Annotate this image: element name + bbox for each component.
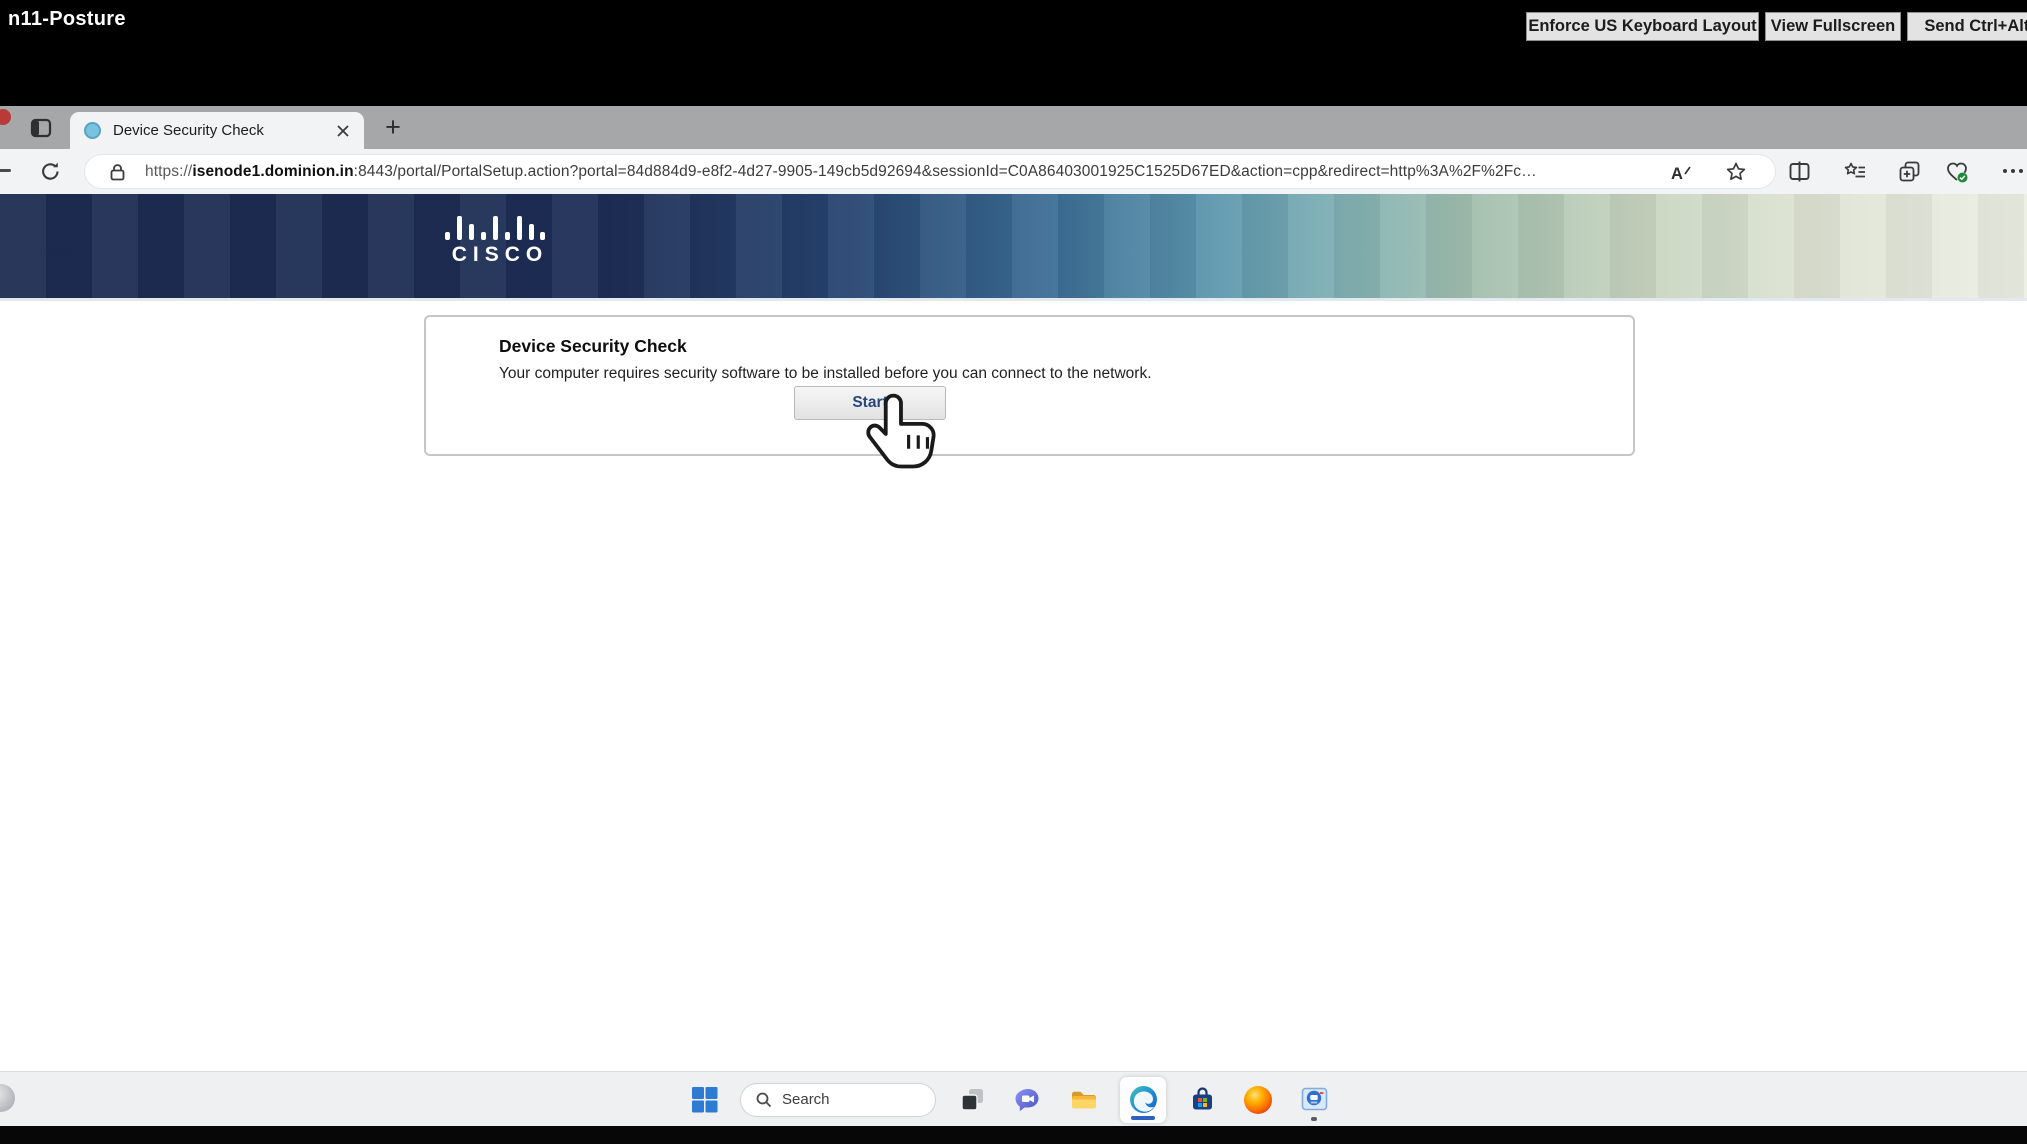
chat-teams-icon[interactable] (1008, 1077, 1048, 1123)
recording-indicator-dot (0, 109, 11, 125)
send-ctrl-alt-del-button[interactable]: Send Ctrl+Alt+Del (1907, 12, 2027, 41)
new-tab-button[interactable]: + (378, 112, 408, 142)
site-lock-icon[interactable] (109, 163, 126, 181)
card-heading: Device Security Check (499, 336, 687, 356)
microsoft-store-icon[interactable] (1182, 1077, 1222, 1123)
running-app-indicator (1311, 1116, 1317, 1121)
tab-favicon-icon (84, 122, 101, 139)
edge-browser-icon[interactable] (1120, 1076, 1166, 1123)
back-icon[interactable] (0, 169, 11, 172)
url-text: https://isenode1.dominion.in:8443/portal… (145, 155, 1537, 188)
read-aloud-icon[interactable]: A (1668, 160, 1694, 184)
vm-session-title: n11-Posture (8, 8, 126, 30)
task-view-icon[interactable] (952, 1077, 992, 1123)
collections-icon[interactable] (1897, 159, 1922, 184)
taskbar-app-group: Search (684, 1072, 1334, 1127)
browser-toolbar: https://isenode1.dominion.in:8443/portal… (0, 149, 2027, 195)
favorites-icon[interactable] (1843, 159, 1868, 184)
device-security-check-card: Device Security Check Your computer requ… (424, 315, 1635, 456)
enforce-keyboard-layout-button[interactable]: Enforce US Keyboard Layout (1526, 12, 1759, 41)
letterbox-strip (0, 1126, 2027, 1144)
hand-cursor-icon (866, 392, 940, 480)
firefox-icon[interactable] (1238, 1077, 1278, 1123)
card-body-text: Your computer requires security software… (499, 365, 1152, 382)
browser-essentials-icon[interactable] (1944, 159, 1969, 184)
split-screen-icon[interactable] (1787, 159, 1812, 184)
url-host: isenode1.dominion.in (192, 162, 354, 180)
portal-header-banner: CISCO Client Provisioning Portal (0, 194, 2027, 456)
cisco-logo-icon: CISCO (443, 210, 551, 267)
refresh-icon[interactable] (38, 159, 63, 184)
page-content: Device Security Check Your computer requ… (0, 301, 2027, 1071)
vm-remote-screen: n11-Posture Enforce US Keyboard Layout V… (0, 0, 2027, 1144)
settings-menu-icon[interactable] (2001, 163, 2026, 188)
active-tab[interactable]: Device Security Check (70, 112, 364, 149)
vm-console-app-icon[interactable] (1294, 1077, 1334, 1123)
url-path: :8443/portal/PortalSetup.action?portal=8… (353, 162, 1537, 180)
tab-actions-menu-icon[interactable] (28, 115, 54, 141)
file-explorer-icon[interactable] (1064, 1077, 1104, 1123)
widgets-icon[interactable] (0, 1084, 15, 1112)
tab-close-icon[interactable] (334, 122, 352, 140)
search-placeholder-text: Search (782, 1091, 830, 1108)
edge-active-indicator (1131, 1115, 1155, 1120)
taskbar-search-box[interactable]: Search (740, 1082, 936, 1117)
url-scheme: https:// (145, 162, 193, 180)
cisco-brand-text: CISCO (451, 243, 549, 266)
add-favorite-star-icon[interactable] (1724, 160, 1748, 184)
windows-taskbar: Search (0, 1071, 2027, 1126)
address-bar[interactable]: https://isenode1.dominion.in:8443/portal… (85, 155, 1775, 188)
start-button-windows[interactable] (684, 1077, 724, 1123)
view-fullscreen-button[interactable]: View Fullscreen (1765, 12, 1901, 41)
browser-tab-strip: Device Security Check + (0, 106, 2027, 236)
tab-title: Device Security Check (113, 122, 264, 139)
